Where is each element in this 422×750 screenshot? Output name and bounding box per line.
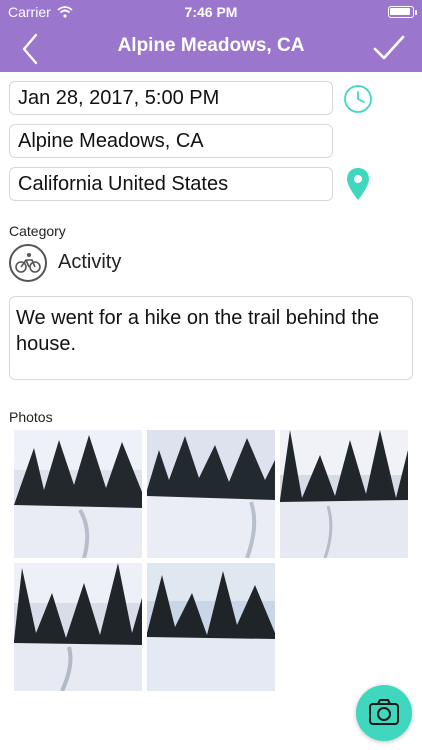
battery-icon	[388, 6, 417, 18]
category-label: Category	[9, 223, 66, 239]
location-button[interactable]	[346, 167, 370, 201]
page-title: Alpine Meadows, CA	[117, 35, 305, 56]
category-icon-button[interactable]	[9, 244, 47, 282]
battery-level	[390, 8, 410, 15]
region-field[interactable]: California United States	[9, 167, 333, 201]
photo-thumbnail[interactable]	[147, 430, 275, 558]
date-picker-button[interactable]	[343, 84, 373, 114]
camera-icon	[369, 699, 399, 725]
chevron-left-icon	[22, 33, 38, 65]
clock-icon	[344, 85, 372, 113]
app-header: Carrier 7:46 PM Alpine Meadows, CA	[0, 0, 422, 72]
photo-thumbnail[interactable]	[14, 563, 142, 691]
camera-button[interactable]	[356, 685, 412, 741]
photo-thumbnail[interactable]	[280, 430, 408, 558]
bicycle-icon	[15, 253, 41, 273]
place-field[interactable]: Alpine Meadows, CA	[9, 124, 333, 158]
notes-textarea[interactable]: We went for a hike on the trail behind t…	[9, 296, 413, 380]
checkmark-icon	[373, 35, 405, 60]
category-value[interactable]: Activity	[58, 251, 121, 274]
done-button[interactable]	[372, 32, 406, 64]
photos-label: Photos	[9, 409, 53, 425]
status-bar: Carrier 7:46 PM	[0, 0, 422, 24]
status-time: 7:46 PM	[184, 4, 238, 20]
photo-thumbnail[interactable]	[147, 563, 275, 691]
navigation-bar: Alpine Meadows, CA	[0, 24, 422, 72]
photo-thumbnail[interactable]	[14, 430, 142, 558]
location-pin-icon	[347, 168, 369, 200]
date-field[interactable]: Jan 28, 2017, 5:00 PM	[9, 81, 333, 115]
back-button[interactable]	[16, 32, 46, 66]
